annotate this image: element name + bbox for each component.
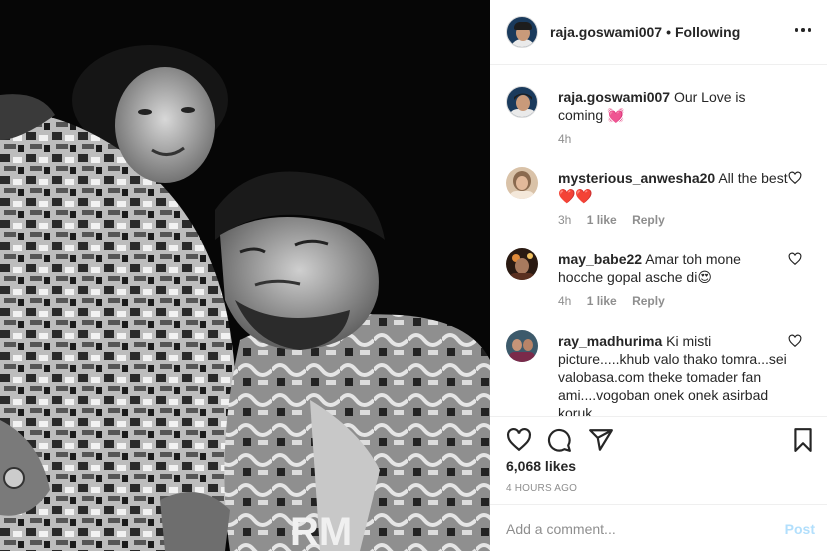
comment-likes[interactable]: 1 like [587,213,617,227]
comment-likes[interactable]: 1 like [587,294,617,308]
following-button[interactable]: Following [675,24,740,40]
add-comment-input[interactable]: Add a comment... [506,521,616,537]
comment-username[interactable]: may_babe22 [558,251,642,267]
bookmark-icon[interactable] [790,427,816,453]
add-comment-bar: Add a comment... Post [490,504,827,551]
post-actions: 6,068 likes 4 HOURS AGO [490,416,827,504]
caption-avatar[interactable] [506,86,538,118]
post-photo[interactable]: RM [0,0,490,551]
comment-avatar[interactable] [506,248,538,280]
comment-username[interactable]: ray_madhurima [558,333,662,349]
comment-avatar[interactable] [506,167,538,199]
likes-count[interactable]: 6,068 likes [506,458,576,474]
post-timestamp[interactable]: 4 HOURS AGO [506,483,577,494]
post-header: raja.goswami007 • Following [490,0,827,65]
share-icon[interactable] [588,427,614,453]
caption-time[interactable]: 4h [558,132,571,146]
author-username[interactable]: raja.goswami007 [550,24,662,40]
post-detail-panel: raja.goswami007 • Following raja.goswami… [490,0,827,551]
comment-avatar[interactable] [506,330,538,362]
more-options-icon[interactable] [791,18,815,42]
svg-text:RM: RM [290,510,352,551]
reply-button[interactable]: Reply [632,213,665,227]
small-heart-icon[interactable] [788,171,802,185]
post-photo-image: RM [0,0,490,551]
header-separator: • [666,24,671,40]
comment-username[interactable]: mysterious_anwesha20 [558,170,715,186]
post-button[interactable]: Post [785,521,815,537]
caption-username[interactable]: raja.goswami007 [558,89,670,105]
comment-icon[interactable] [546,427,572,453]
heart-icon[interactable] [506,427,532,453]
comment-time[interactable]: 4h [558,294,571,308]
reply-button[interactable]: Reply [632,294,665,308]
comments-list: raja.goswami007 Our Love is coming 💓 4h … [490,66,827,416]
small-heart-icon[interactable] [788,252,802,266]
small-heart-icon[interactable] [788,334,802,348]
comment-time[interactable]: 3h [558,213,571,227]
author-avatar[interactable] [506,16,538,48]
